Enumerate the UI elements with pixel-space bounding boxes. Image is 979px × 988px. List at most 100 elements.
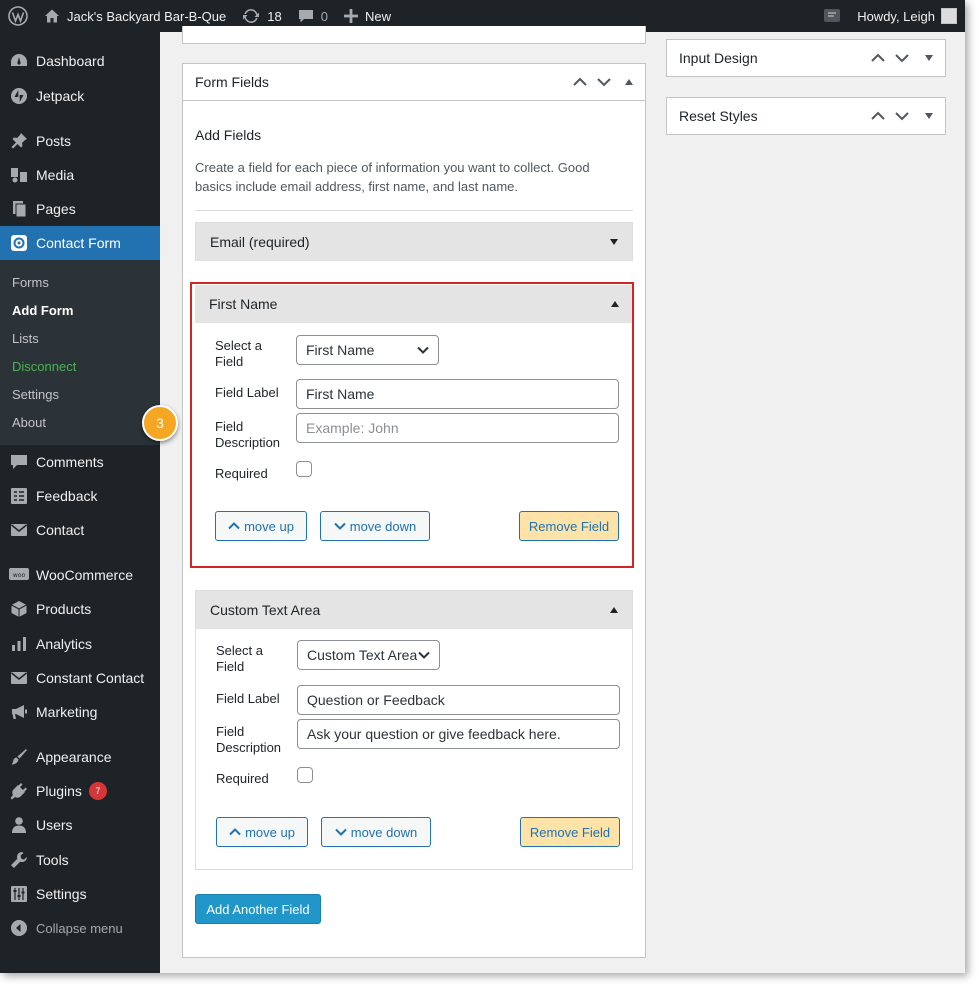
collapse-menu-button[interactable]: Collapse menu <box>0 911 160 945</box>
sidebar-item-label: Constant Contact <box>36 670 144 686</box>
notification-icon <box>823 7 841 25</box>
home-icon <box>44 8 60 24</box>
expand-toggle-icon[interactable] <box>610 239 618 245</box>
field-label-input[interactable]: Question or Feedback <box>297 685 620 715</box>
add-another-field-button[interactable]: Add Another Field <box>195 894 321 924</box>
analytics-icon <box>10 635 28 653</box>
chevron-up-icon[interactable] <box>871 53 885 63</box>
wrench-icon <box>10 851 28 869</box>
panel-title: Form Fields <box>195 74 573 90</box>
sidebar-item-constant-contact[interactable]: Constant Contact <box>0 661 160 695</box>
sidebar-item-label: Comments <box>36 454 104 470</box>
my-account-menu[interactable]: Howdy, Leigh <box>849 0 965 32</box>
plugin-icon <box>10 782 28 800</box>
sidebar-item-label: Appearance <box>36 749 112 765</box>
submenu-settings[interactable]: Settings <box>12 387 59 402</box>
pin-icon <box>10 132 28 150</box>
chevron-down-icon[interactable] <box>895 53 909 63</box>
custom-text-area-field-title: Custom Text Area <box>210 602 320 618</box>
sidebar-item-contact[interactable]: Contact <box>0 513 160 547</box>
sidebar-item-label: Contact Form <box>36 235 121 251</box>
required-checkbox[interactable] <box>297 767 313 783</box>
collapse-toggle-icon[interactable] <box>610 607 618 613</box>
input-design-header[interactable]: Input Design <box>667 40 945 76</box>
products-icon <box>10 600 28 618</box>
custom-text-area-field-header[interactable]: Custom Text Area <box>196 591 632 629</box>
divider <box>195 210 633 211</box>
sidebar-item-comments[interactable]: Comments <box>0 445 160 479</box>
sidebar-item-feedback[interactable]: Feedback <box>0 479 160 513</box>
plus-icon <box>344 9 358 23</box>
sidebar-item-contact-form[interactable]: Contact Form <box>0 226 160 260</box>
sidebar-item-pages[interactable]: Pages <box>0 192 160 226</box>
sidebar-item-plugins[interactable]: Plugins 7 <box>0 774 160 808</box>
wordpress-icon <box>8 6 28 26</box>
brush-icon <box>10 748 28 766</box>
wordpress-logo-button[interactable] <box>0 0 36 32</box>
collapse-toggle-icon[interactable] <box>625 79 633 85</box>
field-label-label: Field Label <box>216 691 280 707</box>
add-fields-heading: Add Fields <box>195 127 261 143</box>
sidebar-item-label: Feedback <box>36 488 97 504</box>
sidebar-item-settings[interactable]: Settings <box>0 877 160 911</box>
collapse-arrow-icon <box>10 919 28 937</box>
sidebar-item-label: Marketing <box>36 704 97 720</box>
sidebar-item-marketing[interactable]: Marketing <box>0 695 160 729</box>
submenu-about[interactable]: About <box>12 415 46 430</box>
chevron-down-icon[interactable] <box>895 111 909 121</box>
form-fields-panel-header: Form Fields <box>183 64 645 101</box>
sidebar-item-users[interactable]: Users <box>0 808 160 842</box>
sidebar-item-analytics[interactable]: Analytics <box>0 627 160 661</box>
pages-icon <box>10 200 28 218</box>
move-down-button[interactable]: move down <box>321 817 431 847</box>
megaphone-icon <box>10 703 28 721</box>
sidebar-item-tools[interactable]: Tools <box>0 843 160 877</box>
sidebar-item-label: Dashboard <box>36 53 105 69</box>
move-up-button[interactable]: move up <box>216 817 308 847</box>
contact-form-submenu: Forms Add Form Lists Disconnect Settings… <box>0 260 160 445</box>
field-description-label: Field Description <box>216 724 281 756</box>
select-field-value: Custom Text Area <box>307 647 417 663</box>
email-field-title: Email (required) <box>210 234 310 250</box>
sidebar-item-media[interactable]: Media <box>0 158 160 192</box>
chevron-down-icon[interactable] <box>597 77 611 87</box>
submenu-forms[interactable]: Forms <box>12 275 49 290</box>
panel-title: Reset Styles <box>679 108 871 124</box>
dashboard-icon <box>10 52 28 70</box>
reset-styles-header[interactable]: Reset Styles <box>667 98 945 134</box>
submenu-lists[interactable]: Lists <box>12 331 39 346</box>
sidebar-item-appearance[interactable]: Appearance <box>0 740 160 774</box>
notifications-button[interactable] <box>815 0 849 32</box>
custom-text-area-field-box: Custom Text Area Select a Field Custom T… <box>195 590 633 870</box>
sidebar-item-label: Products <box>36 601 91 617</box>
plugins-update-badge: 7 <box>89 782 107 800</box>
previous-panel <box>182 26 646 44</box>
sidebar-item-woocommerce[interactable]: woo WooCommerce <box>0 558 160 592</box>
expand-toggle-icon[interactable] <box>925 55 933 61</box>
select-field-label: Select a Field <box>216 643 263 675</box>
contact-form-icon <box>10 234 28 252</box>
comments-count: 0 <box>321 9 328 24</box>
chevron-up-icon[interactable] <box>573 77 587 87</box>
remove-field-button[interactable]: Remove Field <box>520 817 620 847</box>
avatar <box>941 8 957 24</box>
sidebar-item-jetpack[interactable]: Jetpack <box>0 79 160 113</box>
chevron-up-icon[interactable] <box>871 111 885 121</box>
add-fields-description: Create a field for each piece of informa… <box>195 158 590 196</box>
sidebar-item-label: Analytics <box>36 636 92 652</box>
sidebar-item-label: Jetpack <box>36 88 84 104</box>
woocommerce-icon: woo <box>9 567 29 583</box>
sidebar-item-label: Contact <box>36 522 84 538</box>
expand-toggle-icon[interactable] <box>925 113 933 119</box>
submenu-disconnect[interactable]: Disconnect <box>12 359 76 374</box>
email-field-header[interactable]: Email (required) <box>196 223 632 261</box>
field-description-input[interactable]: Ask your question or give feedback here. <box>297 719 620 749</box>
sidebar-item-dashboard[interactable]: Dashboard <box>0 44 160 78</box>
chevron-up-icon <box>229 828 241 836</box>
sidebar-item-posts[interactable]: Posts <box>0 124 160 158</box>
sidebar-item-products[interactable]: Products <box>0 592 160 626</box>
submenu-add-form[interactable]: Add Form <box>12 303 73 318</box>
reset-styles-panel: Reset Styles <box>666 97 946 135</box>
select-field-dropdown[interactable]: Custom Text Area <box>297 640 440 670</box>
email-field-box[interactable]: Email (required) <box>195 222 633 261</box>
